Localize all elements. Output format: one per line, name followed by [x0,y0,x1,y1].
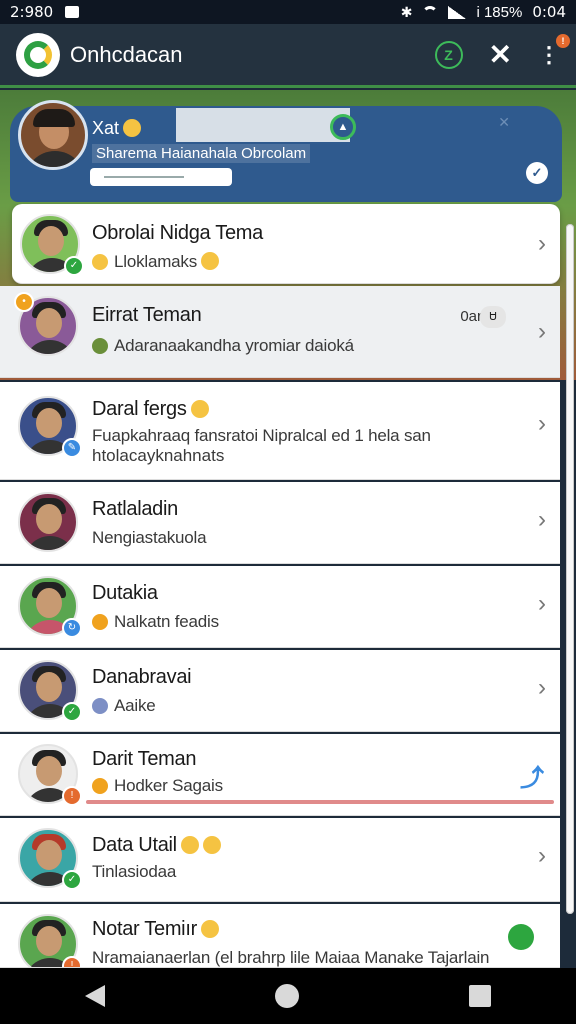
app-bar: Onhcdacan Z ✕ ⋮! [0,24,576,88]
avatar[interactable]: ✎ [18,396,82,458]
pinned-chat-name: Xat [92,118,142,139]
wifi-icon [422,6,439,18]
chat-row[interactable]: ✓ Data Utail Tinlasiodaa › [0,818,560,902]
refresh-icon: ↻ [62,618,82,638]
chat-message: Tinlasiodaa [92,862,177,881]
chat-row[interactable]: ✓ Obrolai Nidga Tema Lloklamaks › [12,204,560,284]
chat-name: Ratlaladin [92,498,178,520]
chat-tag: 0ar [460,308,482,325]
avatar[interactable]: ↻ [18,576,82,638]
signal-icon [448,5,467,19]
chevron-right-icon[interactable]: › [538,674,546,702]
status-button[interactable]: Z [434,40,463,69]
pinned-chat-subtitle: Sharema Haianahala Obrcolam [92,144,311,163]
chevron-right-icon[interactable]: › [538,318,546,346]
clock-icon: • [14,292,34,312]
chat-row[interactable]: ! Notar Temiır Nramaianaerlan (el brahrp… [0,904,560,968]
chat-row-active[interactable]: ! Darit Teman Hodker Sagais ⤴ [0,734,560,816]
chat-row[interactable]: • Eirrat Teman 0ar Ꮜ Adaranaakandha yrom… [0,286,560,378]
scrollbar-thumb[interactable] [566,224,574,914]
chat-name: Danabravai [92,666,192,688]
check-icon: ✓ [64,256,84,276]
alert-icon: ! [62,956,82,967]
chat-name: Eirrat Teman [92,304,202,326]
status-clock: 0:04 [532,3,566,21]
avatar[interactable]: ✓ [18,660,82,722]
notification-icon [65,6,80,18]
chevron-right-icon[interactable]: › [538,590,546,618]
avatar[interactable] [18,492,78,552]
chat-message: Nalkatn feadis [92,612,219,632]
avatar[interactable]: ✓ [18,828,82,890]
avatar[interactable]: • [14,292,78,356]
chat-message: Hodker Sagais [92,776,223,796]
chat-bubble-icon[interactable] [508,924,534,950]
chat-message: Nramaianaerlan (el brahrp lile Maiaa Man… [92,948,490,967]
more-menu-button[interactable]: ⋮! [538,33,570,68]
avatar[interactable] [18,100,88,170]
network-icon[interactable]: ✕ [489,38,512,71]
check-icon: ✓ [62,870,82,890]
notification-badge: ! [556,33,570,48]
chat-name: Daral fergs [92,398,209,421]
avatar[interactable]: ! [18,744,82,806]
status-bar: 2:980 ✱ i 185% 0:04 [0,0,576,24]
chat-message-continuation: htolacayknahnats [92,446,225,465]
home-icon[interactable] [275,984,299,1008]
recents-icon[interactable] [469,985,491,1007]
chat-row[interactable]: ✓ Danabravai Aaike › [0,650,560,732]
avatar[interactable]: ! [18,914,82,967]
chat-message: Aaike [92,696,156,716]
expand-check-button[interactable]: ✓ [526,162,548,184]
status-time: 2:980 [10,3,54,21]
smile-emoji-icon [123,119,142,137]
progress-underline [86,800,554,804]
chevron-right-icon[interactable]: › [538,230,546,258]
chevron-right-icon[interactable]: › [538,506,546,534]
app-title: Onhcdacan [70,41,183,67]
tag-icon: Ꮜ [480,306,506,328]
pencil-icon: ✎ [62,438,82,458]
chat-name: Darit Teman [92,748,197,770]
avatar[interactable]: ✓ [20,214,84,276]
chat-message: Fuapkahraaq fansratoi Nipralcal ed 1 hel… [92,426,431,445]
battery-text: i 185% [476,3,523,21]
popup-panel [176,108,350,142]
close-icon[interactable]: ✕ [498,114,510,131]
alert-icon: ! [62,786,82,806]
pinned-chat-card[interactable]: Xat ▲ ✕ Sharema Haianahala Obrcolam ✓ [10,100,562,202]
back-icon[interactable] [85,985,105,1007]
bluetooth-icon: ✱ [400,3,413,20]
chevron-right-icon[interactable]: › [538,842,546,870]
chat-message: Nengiastakuola [92,528,207,547]
app-logo[interactable] [16,32,60,77]
chevron-right-icon[interactable]: › [538,410,546,438]
chat-message: Adaranaakandha yromiar daioká [92,336,354,356]
chat-row[interactable]: ↻ Dutakia Nalkatn feadis › [0,566,560,648]
share-icon[interactable]: ⤴ [520,758,544,793]
popup-action-button[interactable]: ▲ [330,114,356,140]
check-icon: ✓ [62,702,82,722]
logo-mark-icon [24,40,52,69]
chat-message: Lloklamaks [92,252,220,272]
system-nav-bar [0,968,576,1024]
chat-name: Notar Temiır [92,918,219,941]
chat-row[interactable]: ✎ Daral fergs Fuapkahraaq fansratoi Nipr… [0,382,560,480]
scrollbar[interactable] [566,224,574,914]
pinned-reply-input[interactable] [90,168,232,186]
chat-name: Obrolai Nidga Tema [92,222,263,244]
chat-name: Data Utail [92,834,221,857]
chat-name: Dutakia [92,582,158,604]
chat-row[interactable]: Ratlaladin Nengiastakuola › [0,482,560,564]
